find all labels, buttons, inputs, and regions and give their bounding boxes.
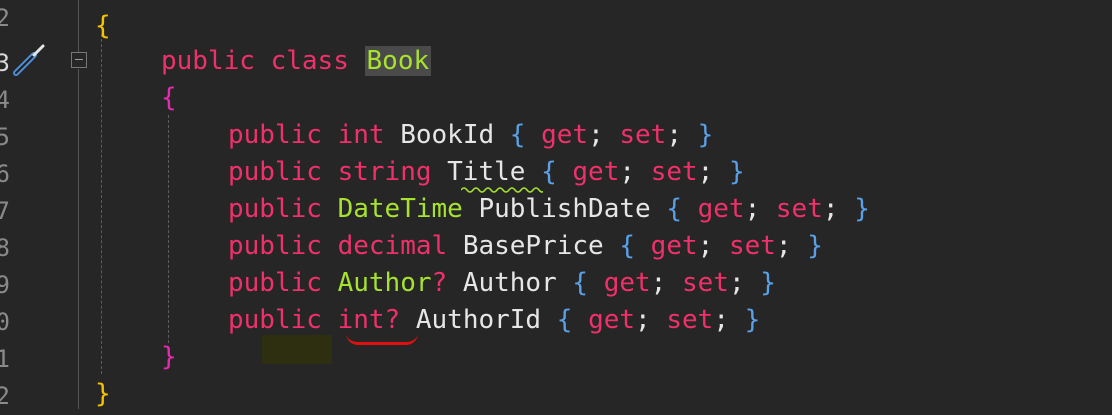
property-type: DateTime [337, 194, 463, 224]
set-accessor: set [681, 268, 729, 298]
semicolon: ; [822, 194, 839, 224]
accessor-brace: } [697, 120, 714, 150]
semicolon: ; [666, 120, 682, 150]
semicolon: ; [744, 194, 761, 224]
modifier: public [228, 268, 322, 298]
semicolon: ; [697, 157, 714, 187]
accessor-brace: } [807, 231, 823, 261]
property-name: BookId [400, 120, 495, 150]
accessor-brace: { [666, 194, 682, 224]
line-number: 2 [0, 382, 10, 410]
semicolon: ; [588, 120, 604, 150]
namespace-close-brace: } [95, 379, 111, 409]
property-name: BasePrice [462, 231, 604, 261]
set-accessor: set [650, 157, 698, 187]
semicolon: ; [650, 268, 667, 298]
accessor-brace: } [760, 268, 776, 298]
line-number: 8 [0, 234, 10, 262]
get-accessor: get [603, 268, 651, 298]
modifier: public [228, 120, 322, 150]
indent-guide [168, 115, 169, 343]
nullable-marker: ? [431, 268, 448, 298]
property-type: int [337, 120, 385, 150]
property-name: Author [462, 268, 557, 298]
property-name: AuthorId [415, 305, 542, 335]
property-name: Title [447, 157, 526, 187]
accessor-brace: } [854, 194, 870, 224]
modifier: public [228, 194, 322, 224]
property-line: public Author? Author { get; set; } [228, 265, 776, 302]
semicolon: ; [619, 157, 636, 187]
semicolon: ; [713, 305, 729, 335]
warning-squiggle[interactable] [461, 185, 543, 193]
keyword: public [161, 46, 255, 76]
get-accessor: get [572, 157, 620, 187]
line-number: 1 [0, 345, 10, 373]
namespace-open-brace: { [95, 11, 111, 41]
accessor-brace: { [619, 231, 636, 261]
indent-guide [101, 34, 102, 374]
get-accessor: get [541, 120, 589, 150]
get-accessor: get [588, 305, 636, 335]
modifier: public [228, 305, 322, 335]
semicolon: ; [635, 305, 651, 335]
semicolon: ; [728, 268, 745, 298]
property-line: public int BookId { get; set; } [228, 117, 713, 154]
get-accessor: get [697, 194, 745, 224]
property-line: public DateTime PublishDate { get; set; … [228, 191, 870, 228]
class-close-brace: } [161, 342, 177, 372]
property-line: public int? AuthorId { get; set; } [228, 302, 760, 339]
error-squiggle[interactable] [346, 333, 418, 345]
modifier: public [228, 231, 322, 261]
accessor-brace: } [744, 305, 761, 335]
property-type: decimal [337, 231, 448, 261]
line-number: 4 [0, 86, 10, 114]
semicolon: ; [775, 231, 792, 261]
fold-guide [78, 0, 79, 52]
property-type: Author [337, 268, 432, 298]
line-number-active: 3 [0, 49, 10, 77]
fold-guide [78, 69, 79, 409]
line-number: 7 [0, 197, 10, 225]
code-editor[interactable]: 2 3 4 5 6 7 8 9 0 1 2 { public class Boo… [0, 0, 1112, 410]
accessor-brace: { [541, 157, 557, 187]
screwdriver-icon[interactable] [10, 43, 48, 79]
property-type: int? [337, 305, 401, 335]
accessor-brace: { [572, 268, 589, 298]
property-line: public decimal BasePrice { get; set; } [228, 228, 823, 265]
property-name: PublishDate [478, 194, 651, 224]
class-name-highlighted[interactable]: Book [364, 46, 432, 76]
property-type: string [337, 157, 432, 187]
line-number: 9 [0, 271, 10, 299]
keyword: class [270, 46, 349, 76]
set-accessor: set [728, 231, 776, 261]
modifier: public [228, 157, 322, 187]
class-open-brace: { [161, 83, 177, 113]
semicolon: ; [697, 231, 714, 261]
line-number: 0 [0, 308, 10, 336]
set-accessor: set [666, 305, 714, 335]
class-declaration: public class Book [161, 43, 432, 80]
line-number: 6 [0, 160, 10, 188]
collapse-icon[interactable] [71, 52, 87, 68]
accessor-brace: { [509, 120, 526, 150]
get-accessor: get [650, 231, 698, 261]
accessor-brace: { [556, 305, 573, 335]
set-accessor: set [775, 194, 823, 224]
line-number: 2 [0, 4, 10, 32]
set-accessor: set [619, 120, 667, 150]
line-number: 5 [0, 123, 10, 151]
cursor-highlight [262, 335, 332, 364]
accessor-brace: } [728, 157, 745, 187]
